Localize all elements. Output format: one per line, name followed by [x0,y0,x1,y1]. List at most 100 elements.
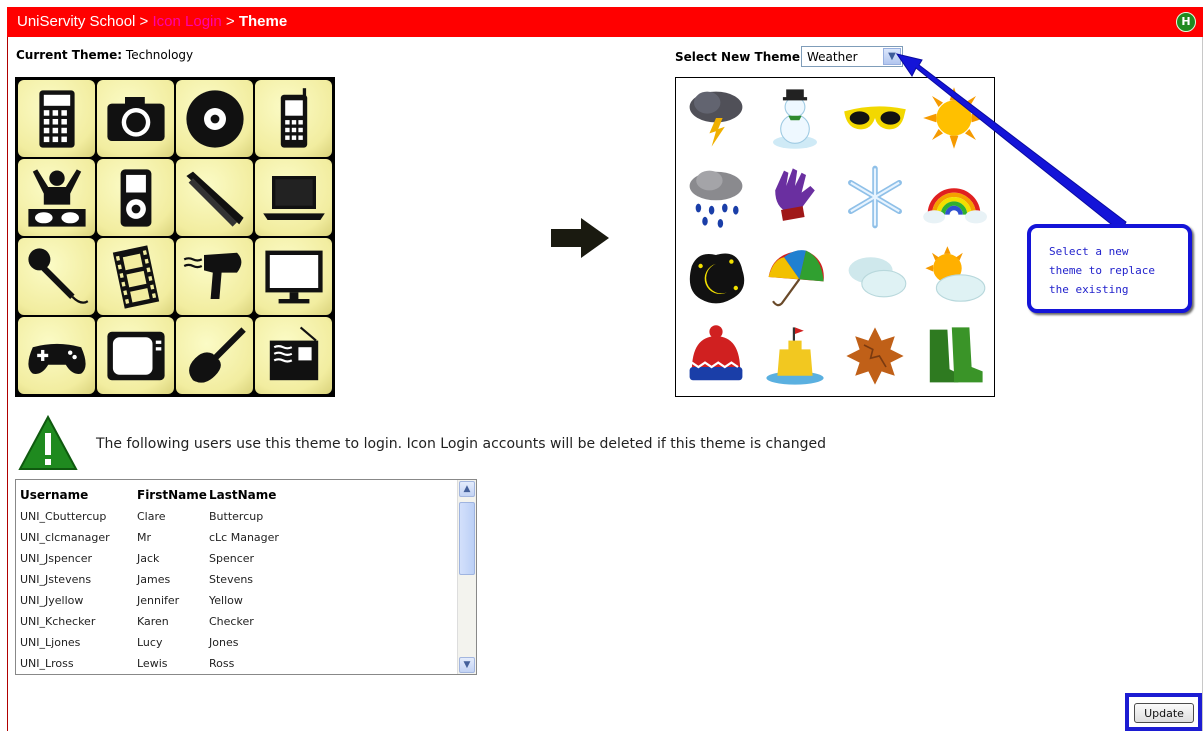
theme-select[interactable]: Weather ▼ [801,46,903,67]
update-highlight: Update [1125,693,1202,731]
arrow-right-icon [551,218,609,258]
lastname-cell: Yellow [209,594,243,607]
firstname-cell: Jack [137,552,160,565]
table-row[interactable]: UNI_Jyellow Jennifer Yellow [20,590,329,611]
lastname-cell: Jones [209,636,239,649]
film-strip-icon [97,238,174,315]
umbrella-icon [755,237,835,317]
snowflake-icon [835,157,915,237]
column-header-username: Username [20,488,89,502]
chevron-down-icon[interactable]: ▼ [883,48,901,65]
warning-icon [18,415,78,470]
breadcrumb-icon-login[interactable]: Icon Login [153,13,222,30]
rainbow-icon [914,157,994,237]
table-row[interactable]: UNI_Cbuttercup Clare Buttercup [20,506,329,527]
sandcastle-icon [755,316,835,396]
woolly-hat-icon [676,316,756,396]
camera-icon [97,80,174,157]
breadcrumb-current: Theme [238,13,288,30]
column-header-lastname: LastName [209,488,277,502]
sunglasses-icon [835,78,915,158]
cd-icon [176,80,253,157]
firstname-cell: Mr [137,531,152,544]
table-row[interactable]: UNI_Jstevens James Stevens [20,569,329,590]
breadcrumb-separator: > [221,13,239,30]
current-theme-grid [15,77,335,397]
mobile-phone-icon [255,80,332,157]
lastname-cell: Spencer [209,552,255,565]
lastname-cell: Buttercup [209,510,264,523]
table-row[interactable]: UNI_Ljones Lucy Jones [20,632,329,653]
gamepad-icon [18,317,95,394]
scrollbar-thumb[interactable] [459,502,475,575]
username-cell: UNI_Cbuttercup [20,510,107,523]
username-cell: UNI_Lross [20,657,74,670]
table-header-row: Username FirstName LastName [20,484,329,506]
table-row[interactable]: UNI_Jspencer Jack Spencer [20,548,329,569]
wellington-boots-icon [914,316,994,396]
rain-cloud-icon [676,157,756,237]
select-theme-label: Select New Theme [675,50,801,64]
firstname-cell: James [137,573,171,586]
column-header-firstname: FirstName [137,488,207,502]
warning-message: The following users use this theme to lo… [96,436,826,452]
sun-cloud-icon [914,237,994,317]
firstname-cell: Karen [137,615,169,628]
television-icon [97,317,174,394]
callout-line: Select a new [1049,245,1129,258]
sun-icon [914,78,994,158]
left-border [7,37,8,731]
autumn-leaves-icon [835,316,915,396]
breadcrumb-school[interactable]: UniServity School [17,13,135,30]
breadcrumb-separator: > [135,13,153,30]
monitor-icon [255,238,332,315]
table-row[interactable]: UNI_Lross Lewis Ross [20,653,329,674]
callout-line: the existing [1049,283,1129,296]
header-bar: UniServity School > Icon Login > Theme H [7,7,1203,37]
table-row[interactable]: UNI_clcmanager Mr cLc Manager [20,527,329,548]
lastname-cell: Checker [209,615,254,628]
update-button[interactable]: Update [1134,703,1194,723]
current-theme-label: Current Theme: Technology [16,48,193,62]
electric-guitar-icon [176,317,253,394]
firstname-cell: Lucy [137,636,163,649]
snowman-icon [755,78,835,158]
username-cell: UNI_Jspencer [20,552,93,565]
dj-icon [18,159,95,236]
lastname-cell: Ross [209,657,235,670]
microphone-icon [18,238,95,315]
callout-line: theme to replace [1049,264,1155,277]
username-cell: UNI_Kchecker [20,615,96,628]
users-scrollbar[interactable]: ▲ ▼ [457,480,476,674]
night-sky-icon [676,237,756,317]
breadcrumb: UniServity School > Icon Login > Theme [17,13,287,30]
firstname-cell: Jennifer [137,594,180,607]
username-cell: UNI_Jyellow [20,594,84,607]
lastname-cell: Stevens [209,573,254,586]
username-cell: UNI_Jstevens [20,573,92,586]
mp3-player-icon [97,159,174,236]
username-cell: UNI_Ljones [20,636,81,649]
help-callout: Select a new theme to replace the existi… [1027,224,1192,313]
hair-dryer-icon [176,238,253,315]
users-table: Username FirstName LastName UNI_Cbutterc… [20,484,329,674]
current-theme-caption: Current Theme: [16,48,123,62]
current-theme-value: Technology [125,48,194,62]
lastname-cell: cLc Manager [209,531,279,544]
clouds-icon [835,237,915,317]
table-row[interactable]: UNI_Kchecker Karen Checker [20,611,329,632]
radio-icon [255,317,332,394]
storm-cloud-icon [676,78,756,158]
new-theme-grid [675,77,995,397]
scroll-down-icon[interactable]: ▼ [459,657,475,673]
scroll-up-icon[interactable]: ▲ [459,481,475,497]
users-listbox[interactable]: Username FirstName LastName UNI_Cbutterc… [15,479,477,675]
theme-select-value: Weather [807,50,858,64]
hair-straightener-icon [176,159,253,236]
help-icon[interactable]: H [1176,12,1196,32]
calculator-icon [18,80,95,157]
laptop-icon [255,159,332,236]
gloves-icon [755,157,835,237]
username-cell: UNI_clcmanager [20,531,110,544]
firstname-cell: Lewis [137,657,168,670]
